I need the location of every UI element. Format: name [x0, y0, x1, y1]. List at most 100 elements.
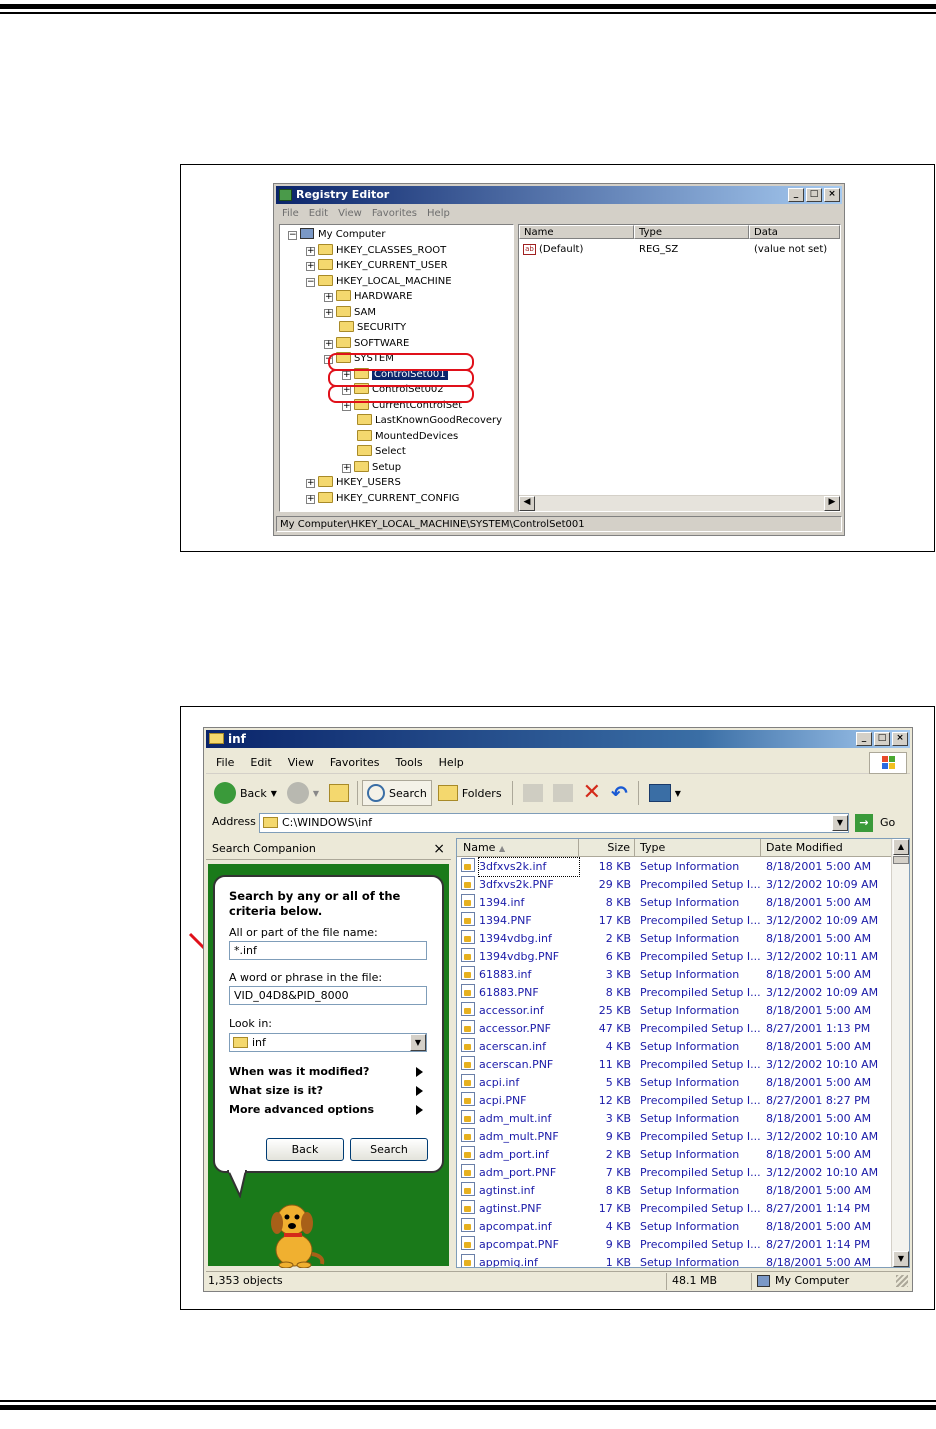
- file-list-item[interactable]: agtinst.PNF 17 KB Precompiled Setup I... 8/…: [457, 1200, 891, 1218]
- tree-node[interactable]: + HKEY_CURRENT_USER: [306, 258, 448, 273]
- collapse-minus-icon[interactable]: −: [288, 231, 297, 240]
- file-list-item[interactable]: adm_port.PNF 7 KB Precompiled Setup I... 3/…: [457, 1164, 891, 1182]
- file-list-item[interactable]: appmig.inf 1 KB Setup Information 8/18/2001…: [457, 1254, 891, 1267]
- copy-to-button[interactable]: [549, 780, 577, 806]
- column-header-type[interactable]: Type: [634, 225, 749, 239]
- menu-view[interactable]: View: [338, 206, 362, 222]
- option-date-modified[interactable]: When was it modified?: [229, 1063, 425, 1081]
- phrase-input[interactable]: VID_04D8&PID_8000: [229, 986, 427, 1005]
- menu-edit[interactable]: Edit: [309, 206, 328, 222]
- close-icon[interactable]: ×: [433, 838, 445, 860]
- look-in-select[interactable]: inf ▼: [229, 1033, 427, 1052]
- expand-plus-icon[interactable]: +: [324, 308, 333, 318]
- expand-plus-icon[interactable]: +: [306, 246, 315, 256]
- file-list-item[interactable]: 3dfxvs2k.PNF 29 KB Precompiled Setup I... 3…: [457, 876, 891, 894]
- search-button[interactable]: Search: [362, 780, 432, 806]
- tree-node[interactable]: LastKnownGoodRecovery: [342, 413, 502, 428]
- file-list-item[interactable]: acpi.inf 5 KB Setup Information 8/18/2001 5…: [457, 1074, 891, 1092]
- scroll-up-arrow[interactable]: ▲: [893, 839, 909, 855]
- scroll-thumb[interactable]: [893, 856, 909, 864]
- registry-hscrollbar[interactable]: ◀ ▶: [519, 495, 840, 511]
- file-list-item[interactable]: adm_mult.inf 3 KB Setup Information 8/18/20…: [457, 1110, 891, 1128]
- file-list-item[interactable]: 1394vdbg.PNF 6 KB Precompiled Setup I... 3/…: [457, 948, 891, 966]
- collapse-minus-icon[interactable]: −: [306, 277, 315, 287]
- option-advanced[interactable]: More advanced options: [229, 1101, 425, 1119]
- column-header-name[interactable]: Name ▲: [457, 839, 579, 857]
- column-header-data[interactable]: Data: [749, 225, 840, 239]
- option-size[interactable]: What size is it?: [229, 1082, 425, 1100]
- file-list-item[interactable]: adm_mult.PNF 9 KB Precompiled Setup I... 3/…: [457, 1128, 891, 1146]
- expand-plus-icon[interactable]: +: [306, 479, 315, 488]
- close-button[interactable]: ×: [892, 732, 908, 746]
- move-to-button[interactable]: [519, 780, 547, 806]
- undo-button[interactable]: ↶: [607, 780, 632, 806]
- tree-node[interactable]: + HKEY_USERS: [306, 475, 401, 490]
- file-list-pane[interactable]: Name ▲ Size Type Date Modified 3dfxvs2k.…: [456, 838, 910, 1268]
- tree-node[interactable]: − HKEY_LOCAL_MACHINE: [306, 274, 452, 289]
- tree-node[interactable]: + HKEY_CURRENT_CONFIG: [306, 491, 459, 506]
- tree-node[interactable]: + SOFTWARE: [324, 336, 409, 351]
- file-list-item[interactable]: apcompat.inf 4 KB Setup Information 8/18/20…: [457, 1218, 891, 1236]
- file-list-item[interactable]: 61883.inf 3 KB Setup Information 8/18/2001 …: [457, 966, 891, 984]
- tree-node[interactable]: + HKEY_CLASSES_ROOT: [306, 243, 446, 258]
- registry-editor-window[interactable]: Registry Editor _ □ × File Edit View Fav…: [273, 183, 845, 536]
- tree-node[interactable]: + HARDWARE: [324, 289, 412, 304]
- column-header-date[interactable]: Date Modified: [761, 839, 891, 857]
- companion-back-button[interactable]: Back: [266, 1138, 344, 1161]
- file-list-item[interactable]: accessor.PNF 47 KB Precompiled Setup I... 8…: [457, 1020, 891, 1038]
- explorer-window[interactable]: inf _ □ × File Edit View Favorites Tools…: [203, 727, 913, 1292]
- file-list-item[interactable]: 1394vdbg.inf 2 KB Setup Information 8/18/20…: [457, 930, 891, 948]
- tree-node[interactable]: SECURITY: [324, 320, 406, 335]
- menu-favorites[interactable]: Favorites: [372, 206, 417, 222]
- minimize-button[interactable]: _: [788, 188, 804, 202]
- menu-help[interactable]: Help: [439, 752, 464, 773]
- file-list-item[interactable]: apcompat.PNF 9 KB Precompiled Setup I... 8/…: [457, 1236, 891, 1254]
- menu-help[interactable]: Help: [427, 206, 450, 222]
- address-input[interactable]: C:\WINDOWS\inf ▼: [259, 813, 849, 833]
- go-button[interactable]: → Go: [854, 813, 910, 833]
- menu-file[interactable]: File: [282, 206, 299, 222]
- column-header-type[interactable]: Type: [635, 839, 761, 857]
- up-folder-button[interactable]: [325, 780, 353, 806]
- registry-value-row[interactable]: ab (Default) REG_SZ (value not set): [521, 242, 839, 257]
- file-list-item[interactable]: accessor.inf 25 KB Setup Information 8/18/2…: [457, 1002, 891, 1020]
- file-list-item[interactable]: adm_port.inf 2 KB Setup Information 8/18/20…: [457, 1146, 891, 1164]
- menu-file[interactable]: File: [216, 752, 234, 773]
- explorer-title-bar[interactable]: inf: [206, 730, 910, 748]
- file-list-item[interactable]: 61883.PNF 8 KB Precompiled Setup I... 3/12/…: [457, 984, 891, 1002]
- file-list-vscrollbar[interactable]: ▲ ▼: [891, 839, 909, 1267]
- file-list-item[interactable]: agtinst.inf 8 KB Setup Information 8/18/200…: [457, 1182, 891, 1200]
- file-list-item[interactable]: 3dfxvs2k.inf 18 KB Setup Information 8/18/2…: [457, 857, 891, 877]
- file-list-item[interactable]: 1394.PNF 17 KB Precompiled Setup I... 3/12/…: [457, 912, 891, 930]
- expand-plus-icon[interactable]: +: [324, 339, 333, 349]
- menu-view[interactable]: View: [288, 752, 314, 773]
- file-name-input[interactable]: *.inf: [229, 941, 427, 960]
- file-list-item[interactable]: acerscan.inf 4 KB Setup Information 8/18/20…: [457, 1038, 891, 1056]
- scroll-left-arrow[interactable]: ◀: [519, 496, 535, 511]
- address-dropdown-arrow[interactable]: ▼: [832, 815, 848, 831]
- back-button[interactable]: Back ▼: [210, 780, 281, 806]
- minimize-button[interactable]: _: [856, 732, 872, 746]
- tree-node[interactable]: + SAM: [324, 305, 376, 320]
- expand-plus-icon[interactable]: +: [306, 494, 315, 504]
- views-button[interactable]: ▼: [645, 780, 685, 806]
- tree-node[interactable]: MountedDevices: [342, 429, 458, 444]
- maximize-button[interactable]: □: [806, 188, 822, 202]
- forward-button[interactable]: ▼: [283, 780, 323, 806]
- delete-button[interactable]: ✕: [579, 780, 605, 806]
- registry-values-pane[interactable]: Name Type Data ab (Default) REG_SZ (valu…: [518, 224, 841, 512]
- menu-favorites[interactable]: Favorites: [330, 752, 380, 773]
- tree-node[interactable]: Select: [342, 444, 406, 459]
- file-list-item[interactable]: acpi.PNF 12 KB Precompiled Setup I... 8/27/…: [457, 1092, 891, 1110]
- column-header-name[interactable]: Name: [519, 225, 634, 239]
- menu-tools[interactable]: Tools: [396, 752, 423, 773]
- look-in-dropdown-arrow[interactable]: ▼: [410, 1034, 426, 1051]
- resize-grip-icon[interactable]: [896, 1275, 908, 1287]
- expand-plus-icon[interactable]: +: [324, 293, 333, 302]
- folders-button[interactable]: Folders: [434, 780, 506, 806]
- menu-edit[interactable]: Edit: [250, 752, 271, 773]
- file-list-item[interactable]: 1394.inf 8 KB Setup Information 8/18/2001 5…: [457, 894, 891, 912]
- tree-node[interactable]: + Setup: [342, 460, 401, 475]
- file-list-item[interactable]: acerscan.PNF 11 KB Precompiled Setup I... 3…: [457, 1056, 891, 1074]
- scroll-right-arrow[interactable]: ▶: [824, 496, 840, 511]
